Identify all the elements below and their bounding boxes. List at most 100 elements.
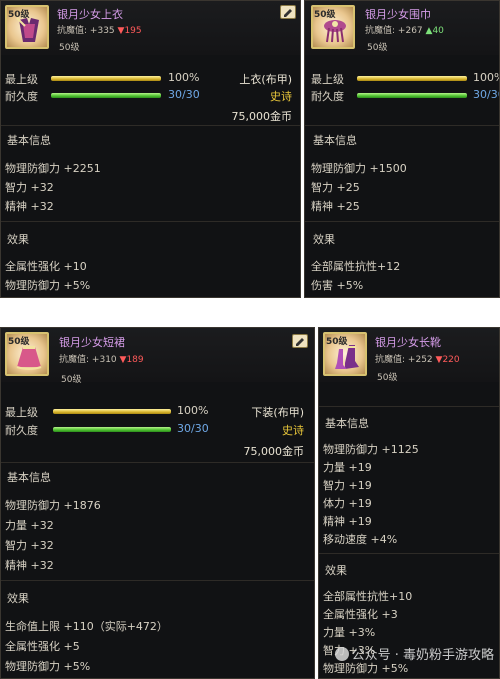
divider [1,462,314,463]
boots-icon [335,345,359,369]
basic-stat: 精神 +32 [5,200,54,213]
basic-stat: 物理防御力 +2251 [5,162,101,175]
effect-line: 生命值上限 +110（实际+472） [5,620,168,633]
durability-label: 耐久度 [5,90,38,103]
max-level-value: 100% [168,71,200,84]
effect-title: 效果 [313,233,335,246]
price: 75,000金币 [243,445,305,458]
basic-stat: 体力 +19 [323,497,372,510]
max-level-fill [51,76,161,81]
resist-line: 抗魔值: +252 ▼220 [375,355,460,365]
effect-line: 全部属性抗性+12 [311,260,401,273]
basic-info-title: 基本信息 [325,417,369,430]
item-icon-top: 50级 [5,5,49,49]
divider [1,580,314,581]
resist-line: 抗魔值: +335 ▼195 [57,26,142,36]
basic-stat: 精神 +19 [323,515,372,528]
item-icon-top: 50级 [323,332,367,376]
divider [305,221,499,222]
scarf-icon [324,20,346,43]
item-level: 50级 [377,373,398,383]
resist-line: 抗魔值: +310 ▼189 [59,355,144,365]
durability-label: 耐久度 [311,90,344,103]
basic-stat: 精神 +32 [5,559,54,572]
item-tooltip-bottom-right: 50级 银月少女长靴 抗魔值: +252 ▼220 50级 基本信息 物理防御力… [318,327,500,679]
basic-info-title: 基本信息 [7,471,51,484]
durability-fill [357,93,467,98]
basic-stat: 智力 +25 [311,181,360,194]
item-name: 银月少女上衣 [57,8,123,21]
durability-label: 耐久度 [5,424,38,437]
basic-stat: 力量 +19 [323,461,372,474]
basic-stat: 物理防御力 +1876 [5,499,101,512]
effect-title: 效果 [325,564,347,577]
basic-stat: 力量 +32 [5,519,54,532]
top-garment-icon [16,17,39,42]
resist-delta: ▲40 [425,26,444,36]
effect-line: 全属性强化 +3 [323,608,398,621]
effect-line: 全属性强化 +5 [5,640,80,653]
effect-line: 物理防御力 +5% [5,660,91,673]
effect-line: 全属性强化 +10 [5,260,87,273]
max-level-bar [357,76,467,81]
item-level: 50级 [59,43,80,53]
effect-line: 伤害 +5% [311,279,364,292]
durability-fill [53,427,171,432]
max-level-label: 最上级 [311,73,344,86]
resist-line: 抗魔值: +267 ▲40 [365,26,444,36]
rarity: 史诗 [270,90,292,103]
item-tooltip-top-left: 50级 银月少女上衣 抗魔值: +335 ▼195 50级 最上级 100% 上… [0,0,301,298]
durability-fill [51,93,161,98]
item-name: 银月少女短裙 [59,336,125,349]
basic-stat: 智力 +32 [5,539,54,552]
durability-value: 30/30 [473,88,499,101]
slot-type: 下装(布甲) [251,406,304,419]
basic-stat: 移动速度 +4% [323,533,398,546]
durability-bar [53,427,171,432]
effect-title: 效果 [7,233,29,246]
basic-info-title: 基本信息 [313,134,357,147]
max-level-fill [53,409,171,414]
max-level-value: 100% [473,71,499,84]
divider [319,553,499,554]
max-level-bar [51,76,161,81]
max-level-label: 最上级 [5,73,38,86]
item-tooltip-bottom-left: 50级 银月少女短裙 抗魔值: +310 ▼189 50级 最上级 100% 下… [0,327,315,679]
max-level-fill [357,76,467,81]
basic-info-title: 基本信息 [7,134,51,147]
wechat-icon [334,647,349,661]
effect-line: 物理防御力 +5% [5,279,91,292]
item-icon-top: 50级 [5,332,49,376]
item-name: 银月少女长靴 [375,336,441,349]
max-level-label: 最上级 [5,406,38,419]
compare-edit-icon[interactable] [280,5,296,19]
durability-bar [51,93,161,98]
divider [305,125,499,126]
slot-type: 上衣(布甲) [239,73,292,86]
basic-stat: 物理防御力 +1125 [323,443,419,456]
item-level: 50级 [367,43,388,53]
item-level: 50级 [61,375,82,385]
max-level-value: 100% [177,404,209,417]
durability-value: 30/30 [177,422,209,435]
durability-bar [357,93,467,98]
rarity: 史诗 [282,424,304,437]
compare-edit-icon[interactable] [292,334,308,348]
resist-delta: ▼195 [117,26,142,36]
resist-delta: ▼220 [435,355,460,365]
effect-line: 全部属性抗性+10 [323,590,413,603]
watermark: 公众号 · 毒奶粉手游攻略 [334,644,494,663]
item-icon-top: 50级 [311,5,355,49]
max-level-bar [53,409,171,414]
basic-stat: 智力 +32 [5,181,54,194]
resist-delta: ▼189 [119,355,144,365]
item-tooltip-top-right: 50级 银月少女围巾 抗魔值: +267 ▲40 50级 最上级 100% 耐久… [304,0,500,298]
basic-stat: 智力 +19 [323,479,372,492]
divider [1,221,300,222]
divider [1,125,300,126]
effect-line: 力量 +3% [323,626,376,639]
item-name: 银月少女围巾 [365,8,431,21]
basic-stat: 物理防御力 +1500 [311,162,407,175]
price: 75,000金币 [231,110,293,123]
effect-title: 效果 [7,592,29,605]
